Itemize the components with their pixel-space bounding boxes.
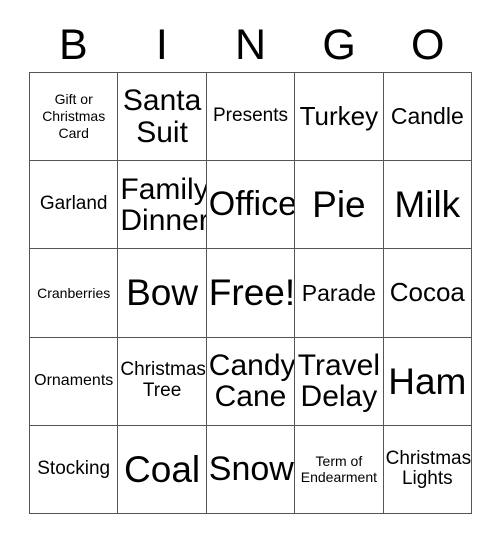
bingo-cell[interactable]: Christmas Tree [118,337,207,426]
bingo-cell[interactable]: Cocoa [383,249,472,338]
bingo-cell-label: Christmas Lights [385,447,472,490]
header-letter-i: I [155,20,168,69]
bingo-cell[interactable]: Term of Endearment [295,425,384,514]
header-letter-o: O [410,20,445,69]
bingo-cell[interactable]: Office [206,161,296,250]
bingo-cell-label: Milk [394,184,461,226]
bingo-cell-label: Snow [208,450,294,489]
bingo-cell-label: Pie [312,184,366,226]
bingo-cell[interactable]: Parade [295,249,384,338]
bingo-cell[interactable]: Gift or Christmas Card [30,73,119,162]
bingo-cell-label: Parade [301,279,376,306]
bingo-cell[interactable]: Turkey [295,73,384,162]
bingo-cell[interactable]: Candle [383,73,472,162]
bingo-cell-label: Santa Suit [122,84,202,149]
bingo-cell[interactable]: Santa Suit [118,73,207,162]
bingo-cell-label: Candy Cane [208,349,296,414]
bingo-cell[interactable]: Stocking [30,425,119,514]
bingo-cell[interactable]: Bow [118,249,207,338]
bingo-grid: Gift or Christmas Card Santa Suit Presen… [29,72,472,514]
bingo-cell[interactable]: Coal [118,425,207,514]
bingo-header: B I N G O [29,18,472,72]
bingo-cell[interactable]: Milk [383,161,472,250]
bingo-cell-label: Bow [126,272,199,314]
bingo-cell-label: Christmas Tree [120,359,206,402]
bingo-cell[interactable]: Presents [206,73,296,162]
bingo-cell-label: Garland [39,193,108,215]
header-letter-n: N [234,20,267,69]
bingo-cell-label: Office [208,185,296,224]
bingo-cell-label: Stocking [37,457,111,479]
bingo-cell-label: Presents [213,105,288,127]
bingo-cell-label: Term of Endearment [300,452,378,486]
bingo-cell-label: Family Dinner [120,172,207,237]
header-letter-b: B [58,20,88,69]
bingo-cell[interactable]: Ham [383,337,472,426]
bingo-cell[interactable]: Garland [30,161,119,250]
bingo-cell[interactable]: Snow [206,425,296,514]
bingo-card: B I N G O Gift or Christmas Card Santa S… [0,0,500,544]
header-letter-g: G [322,20,356,69]
bingo-cell-label: Ham [388,360,467,402]
bingo-cell[interactable]: Christmas Lights [383,425,472,514]
bingo-cell-label: Turkey [299,100,379,131]
bingo-cell-label: Candle [390,103,464,130]
bingo-cell-label: Cranberries [37,284,111,301]
bingo-cell[interactable]: Candy Cane [206,337,296,426]
bingo-cell[interactable]: Travel Delay [295,337,384,426]
bingo-cell[interactable]: Ornaments [30,337,119,426]
bingo-cell[interactable]: Pie [295,161,384,250]
bingo-cell-label: Ornaments [34,372,114,390]
bingo-cell-label: Free! [208,272,296,314]
bingo-cell[interactable]: Family Dinner [118,161,207,250]
bingo-cell-free[interactable]: Free! [206,249,296,338]
bingo-cell-label: Gift or Christmas Card [42,91,106,141]
bingo-cell-label: Cocoa [389,277,465,308]
bingo-cell-label: Coal [124,448,201,490]
bingo-cell-label: Travel Delay [297,349,381,414]
bingo-cell[interactable]: Cranberries [30,249,119,338]
